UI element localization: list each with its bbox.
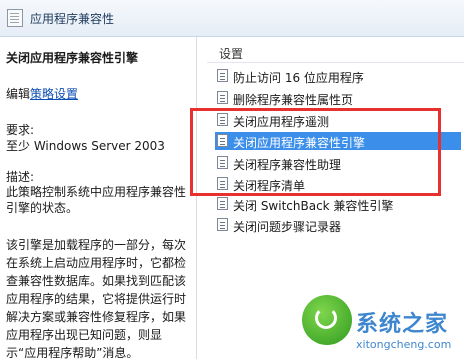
policy-heading: 关闭应用程序兼容性引擎: [6, 51, 139, 65]
policy-folder-icon: [7, 9, 23, 27]
list-item[interactable]: 防止访问 16 位应用程序: [215, 67, 461, 85]
list-item-label: 关闭应用程序遥测: [233, 115, 330, 129]
list-item[interactable]: 关闭问题步骤记录器: [215, 216, 461, 234]
list-item-label: 关闭 SwitchBack 兼容性引擎: [233, 199, 394, 213]
watermark-text: 系统之家: [356, 312, 449, 337]
requirements-label: 要求:: [6, 123, 35, 137]
list-item-label: 关闭问题步骤记录器: [233, 220, 342, 234]
policy-setting-icon: [217, 69, 228, 82]
edit-prefix: 编辑: [6, 87, 31, 101]
policy-setting-icon: [217, 156, 228, 169]
policy-setting-icon: [217, 177, 228, 190]
list-item[interactable]: 关闭程序清单: [215, 175, 461, 193]
list-item-label: 防止访问 16 位应用程序: [233, 71, 364, 85]
column-header-settings[interactable]: 设置: [207, 40, 464, 63]
list-item-selected[interactable]: 关闭应用程序兼容性引擎: [215, 132, 461, 150]
watermark-logo-icon: [302, 295, 352, 345]
column-header-label: 设置: [219, 47, 244, 61]
window-title: 应用程序兼容性: [30, 12, 115, 26]
list-item-label: 关闭应用程序兼容性引擎: [233, 136, 366, 150]
policy-setting-icon: [217, 197, 228, 210]
title-bar: 应用程序兼容性: [0, 0, 464, 37]
watermark-url: xitongcheng.com: [356, 338, 452, 351]
list-item-label: 关闭程序兼容性助理: [233, 158, 342, 172]
policy-setting-icon: [217, 134, 228, 147]
edit-line: 编辑策略设置: [6, 85, 78, 102]
list-item[interactable]: 关闭 SwitchBack 兼容性引擎: [215, 195, 461, 213]
policy-setting-icon: [217, 218, 228, 231]
description-panel: 关闭应用程序兼容性引擎 编辑策略设置 要求: 至少 Windows Server…: [0, 37, 196, 360]
policy-setting-icon: [217, 113, 228, 126]
description-text: 此策略控制系统中应用程序兼容性引擎的状态。: [6, 185, 187, 215]
description-label: 描述:: [6, 170, 35, 184]
list-item[interactable]: 关闭应用程序遥测: [215, 111, 461, 129]
requirements-value: 至少 Windows Server 2003: [6, 139, 165, 153]
list-item-label: 关闭程序清单: [233, 179, 306, 193]
description-details: 该引擎是加载程序的一部分，每次在系统上启动应用程序时，它都检查兼容性数据库。如果…: [6, 238, 187, 360]
list-item-label: 删除程序兼容性属性页: [233, 93, 354, 107]
list-item[interactable]: 删除程序兼容性属性页: [215, 89, 461, 107]
list-item[interactable]: 关闭程序兼容性助理: [215, 154, 461, 172]
policy-setting-icon: [217, 91, 228, 104]
edit-policy-link[interactable]: 策略设置: [30, 87, 78, 101]
